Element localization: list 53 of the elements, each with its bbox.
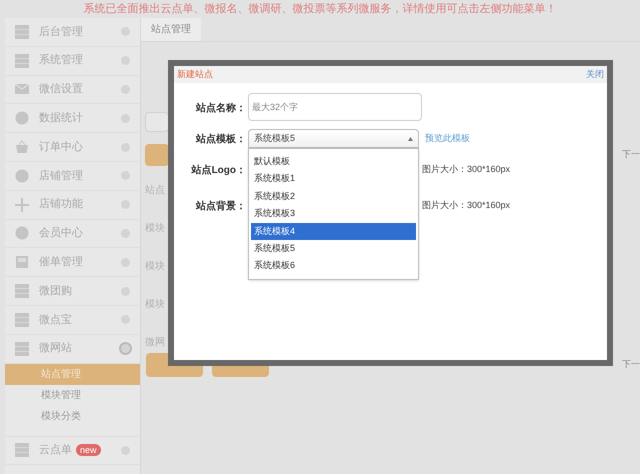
tab[interactable]: 站点管理 — [141, 18, 201, 41]
envelope-icon — [15, 82, 29, 96]
field-label: 站点名称： — [194, 102, 246, 116]
input-field[interactable] — [145, 112, 169, 132]
sidebar-item[interactable]: 会员中心 — [5, 220, 140, 248]
sidebar-item[interactable]: 店铺管理 — [5, 162, 140, 191]
field-label: 站点模板： — [194, 132, 246, 147]
next-page-link[interactable]: 下一 — [622, 358, 640, 371]
grid-icon — [15, 54, 29, 68]
sidebar-item[interactable]: 微点宝 — [5, 306, 140, 335]
grid-icon — [15, 443, 29, 458]
circle-icon — [15, 226, 29, 240]
sidebar-item[interactable]: 催单管理 — [5, 248, 140, 278]
circle-icon — [15, 168, 29, 183]
grid-icon — [15, 284, 29, 298]
template-select[interactable]: 系统模板5 — [248, 129, 419, 148]
field-label: 站点背景： — [194, 200, 246, 214]
dropdown-option[interactable]: 系统模板2 — [251, 188, 416, 206]
sidebar-item[interactable]: 后台管理 — [5, 18, 140, 47]
notice-text: 系统已全面推出云点单、微报名、微调研、微投票等系列微服务，详情使用可点击左侧功能菜单！ — [82, 2, 558, 17]
sidebar-item[interactable]: 微团购 — [5, 277, 140, 306]
circle-icon — [15, 111, 29, 126]
basket-icon — [15, 140, 29, 154]
close-link[interactable]: 关闭 — [586, 68, 604, 82]
dropdown-option[interactable]: 系统模板5 — [251, 240, 416, 258]
document-icon — [15, 255, 29, 270]
action-button[interactable] — [145, 144, 169, 166]
submenu-item[interactable]: 模块管理 — [5, 384, 140, 406]
grid-icon — [15, 312, 29, 327]
grid-icon — [15, 24, 29, 39]
sidebar-item[interactable]: 系统管理 — [5, 46, 140, 76]
dropdown-option[interactable]: 系统模板6 — [251, 257, 416, 275]
preview-link[interactable]: 预览此模板 — [425, 132, 470, 146]
field-label: 站点Logo： — [190, 164, 246, 178]
sidebar-item[interactable]: 订单中心 — [5, 133, 140, 162]
sidebar-item[interactable]: 店铺功能 — [5, 190, 140, 220]
plus-icon — [15, 198, 29, 212]
sidebar-item[interactable]: 数据统计 — [5, 104, 140, 134]
dialog-title: 新建站点 — [177, 68, 213, 81]
dropdown-option[interactable]: 默认模板 — [251, 153, 416, 170]
sidebar-item[interactable]: 微信设置 — [5, 76, 140, 104]
size-hint: 图片大小：300*160px — [422, 163, 510, 176]
size-hint: 图片大小：300*160px — [422, 199, 510, 212]
submenu-item[interactable]: 模块分类 — [5, 406, 140, 427]
name-field[interactable]: 最大32个字 — [248, 93, 422, 121]
submenu-item[interactable]: 站点管理 — [5, 364, 140, 385]
next-page-link[interactable]: 下一 — [622, 148, 640, 162]
dropdown-option[interactable]: 系统模板4 — [251, 222, 416, 240]
grid-icon — [15, 342, 29, 356]
new-badge: new — [76, 444, 101, 456]
dropdown-option[interactable]: 系统模板3 — [251, 205, 416, 223]
sidebar-item[interactable]: 云点单 new — [5, 436, 140, 466]
dropdown-option[interactable]: 系统模板1 — [251, 170, 416, 188]
